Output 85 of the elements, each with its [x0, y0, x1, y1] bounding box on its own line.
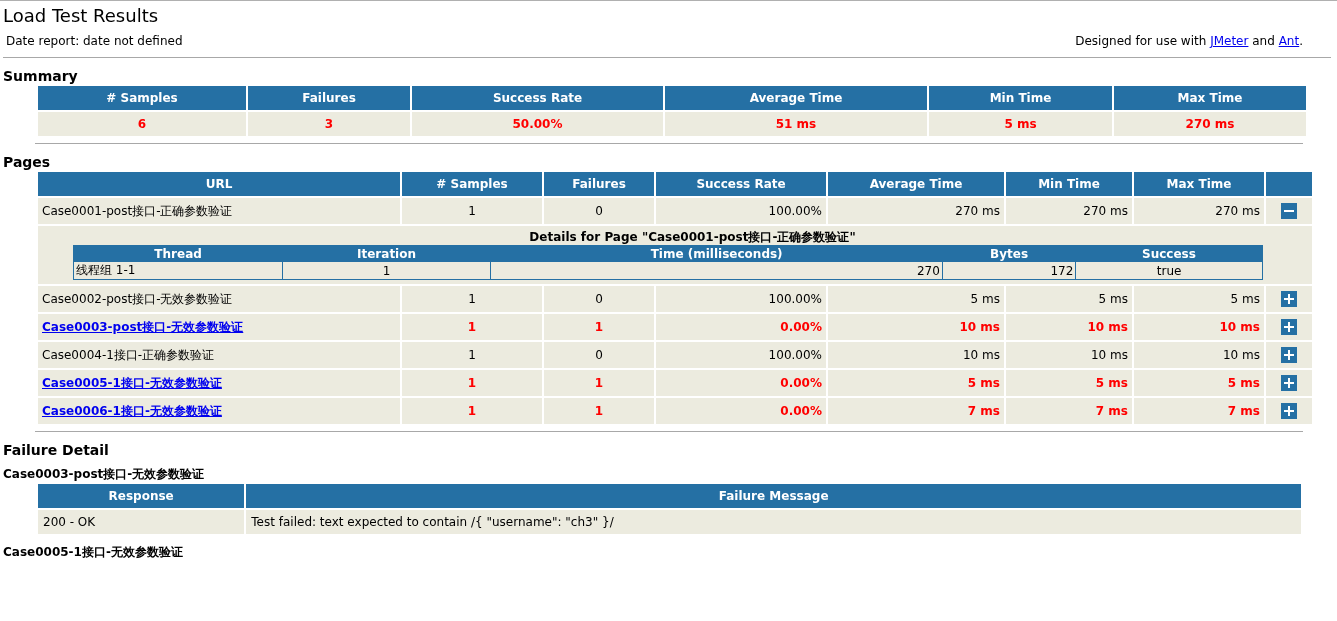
section-heading: Pages: [2, 153, 52, 170]
column-header: Bytes: [942, 245, 1076, 262]
table-cell: 200 - OK: [38, 510, 245, 534]
column-header: Max Time: [1134, 172, 1264, 196]
table-cell: 线程组 1-1: [73, 261, 283, 280]
table-cell: 5 ms: [1134, 370, 1264, 396]
table-cell: 5 ms: [1134, 286, 1264, 312]
table-cell: 1: [402, 342, 542, 368]
column-header: Success Rate: [656, 172, 826, 196]
table-cell: 5 ms: [828, 286, 1004, 312]
table-cell: 1: [402, 198, 542, 224]
column-header: Thread: [73, 245, 283, 262]
table-cell: 5 ms: [1006, 286, 1132, 312]
page-title: Load Test Results: [2, 4, 160, 28]
table-cell: 5 ms: [1006, 370, 1132, 396]
table-cell: 172: [942, 261, 1076, 280]
table-cell: 0: [544, 342, 654, 368]
table-cell: 1: [402, 314, 542, 340]
column-header: Success Rate: [412, 86, 663, 110]
page-link[interactable]: Case0006-1接口-无效参数验证: [42, 403, 222, 418]
table-cell: 10 ms: [828, 314, 1004, 340]
table-cell: 1: [544, 398, 654, 424]
column-header: Response: [38, 484, 245, 508]
column-header: # Samples: [402, 172, 542, 196]
table-cell: 3: [248, 112, 410, 136]
table-cell: 270 ms: [1134, 198, 1264, 224]
table-cell: 10 ms: [1134, 314, 1264, 340]
table-cell: 0: [544, 198, 654, 224]
column-header: # Samples: [38, 86, 246, 110]
table-cell: 5 ms: [929, 112, 1112, 136]
table-cell: 10 ms: [1134, 342, 1264, 368]
column-header: Min Time: [929, 86, 1112, 110]
table-cell: 0.00%: [656, 314, 826, 340]
table-cell: 6: [38, 112, 246, 136]
table-cell: 100.00%: [656, 198, 826, 224]
column-header: Iteration: [282, 245, 491, 262]
table-cell: 1: [544, 370, 654, 396]
table-cell: 270: [490, 261, 943, 280]
table-cell: 0.00%: [656, 398, 826, 424]
table-cell: 100.00%: [656, 342, 826, 368]
page-link[interactable]: Case0005-1接口-无效参数验证: [42, 375, 222, 390]
table-cell: 0: [544, 286, 654, 312]
column-header: Time (milliseconds): [490, 245, 943, 262]
case-heading: Case0005-1接口-无效参数验证: [2, 544, 184, 560]
table-cell: 1: [402, 398, 542, 424]
table-cell: 5 ms: [828, 370, 1004, 396]
column-header: URL: [38, 172, 400, 196]
column-header: Min Time: [1006, 172, 1132, 196]
section-heading: Failure Detail: [2, 441, 110, 458]
table-cell: 0.00%: [656, 370, 826, 396]
section-heading: Summary: [2, 67, 79, 84]
table-cell: 10 ms: [828, 342, 1004, 368]
table-cell: 7 ms: [1006, 398, 1132, 424]
page-link[interactable]: Case0003-post接口-无效参数验证: [42, 319, 244, 334]
table-cell: 51 ms: [665, 112, 927, 136]
table-cell: 10 ms: [1006, 314, 1132, 340]
table-cell: 50.00%: [412, 112, 663, 136]
table-cell: Test failed: text expected to contain /{ "username": "ch3" }/: [246, 510, 1301, 534]
column-header: Failure Message: [246, 484, 1301, 508]
table-cell: 1: [402, 370, 542, 396]
details-title: Details for Page "Case0001-post接口-正确参数验证": [528, 229, 857, 245]
date-report: Date report: date not defined: [6, 34, 183, 50]
table-cell: 1: [402, 286, 542, 312]
column-header: Success: [1075, 245, 1263, 262]
page-url: Case0004-1接口-正确参数验证: [42, 347, 215, 362]
table-cell: 7 ms: [828, 398, 1004, 424]
case-heading: Case0003-post接口-无效参数验证: [2, 466, 206, 482]
jmeter-link[interactable]: JMeter: [1210, 34, 1249, 48]
table-cell: 1: [282, 261, 491, 280]
table-cell: true: [1075, 261, 1263, 280]
page-url: Case0001-post接口-正确参数验证: [42, 203, 233, 218]
designed-for-text: Designed for use with JMeter and Ant.: [1075, 34, 1303, 50]
table-cell: 10 ms: [1006, 342, 1132, 368]
column-header: Failures: [544, 172, 654, 196]
table-cell: 270 ms: [828, 198, 1004, 224]
column-header: Average Time: [665, 86, 927, 110]
table-cell: 270 ms: [1114, 112, 1306, 136]
table-cell: 1: [544, 314, 654, 340]
page-url: Case0002-post接口-无效参数验证: [42, 291, 233, 306]
table-cell: 270 ms: [1006, 198, 1132, 224]
column-header: Average Time: [828, 172, 1004, 196]
table-cell: 100.00%: [656, 286, 826, 312]
column-header: Failures: [248, 86, 410, 110]
table-cell: 7 ms: [1134, 398, 1264, 424]
column-header: Max Time: [1114, 86, 1306, 110]
